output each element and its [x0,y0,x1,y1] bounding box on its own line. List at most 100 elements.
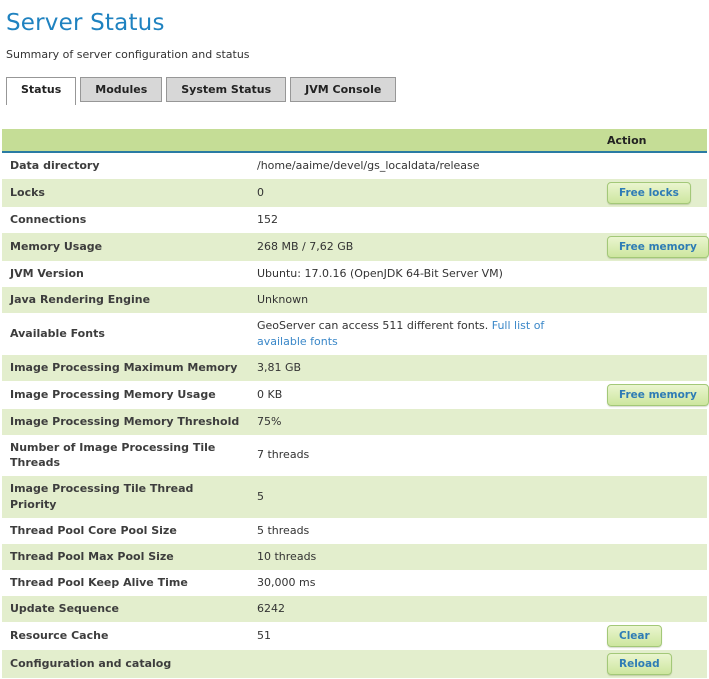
reload-button[interactable]: Reload [607,653,672,675]
row-action-java-rendering-engine [601,287,707,313]
row-action-jvm-version [601,261,707,287]
row-label-update-sequence: Update Sequence [2,596,249,622]
row-label-data-directory: Data directory [2,152,249,179]
row-label-connections: Connections [2,207,249,233]
row-label-resource-cache: Resource Cache [2,622,249,650]
table-row: Connections 152 [2,207,707,233]
table-row: Resource Cache 51 Clear [2,622,707,650]
value-text: 6242 [257,602,285,615]
row-action-thread-pool-core-pool-size [601,518,707,544]
row-action-thread-pool-max-pool-size [601,544,707,570]
value-text: Ubuntu: 17.0.16 (OpenJDK 64-Bit Server V… [257,267,503,280]
table-row: Thread Pool Keep Alive Time 30,000 ms [2,570,707,596]
status-table: Action Data directory/home/aaime/devel/g… [2,129,707,678]
row-action-memory-usage: Free memory [601,233,707,261]
table-row: JVM VersionUbuntu: 17.0.16 (OpenJDK 64-B… [2,261,707,287]
table-row: Thread Pool Max Pool Size 10 threads [2,544,707,570]
table-row: Image Processing Memory Usage 0 KB Free me… [2,381,707,409]
row-label-thread-pool-core-pool-size: Thread Pool Core Pool Size [2,518,249,544]
row-action-data-directory [601,152,707,179]
row-action-locks: Free locks [601,179,707,207]
server-status-page: Server Status Summary of server configur… [0,0,709,678]
value-text: /home/aaime/devel/gs_localdata/release [257,159,480,172]
row-action-image-processing-memory-usage: Free memory [601,381,707,409]
row-action-thread-pool-keep-alive-time [601,570,707,596]
row-label-java-rendering-engine: Java Rendering Engine [2,287,249,313]
tab-status[interactable]: Status [6,77,76,105]
table-row: Image Processing Maximum Memory3,81 GB [2,355,707,381]
value-text: Unknown [257,293,308,306]
value-text: 30,000 ms [257,576,315,589]
row-value-connections: 152 [249,207,601,233]
row-value-image-processing-memory-usage: 0 KB [249,381,601,409]
action-column-header: Action [601,129,707,152]
row-label-thread-pool-max-pool-size: Thread Pool Max Pool Size [2,544,249,570]
table-row: Configuration and catalog Reload [2,650,707,678]
row-value-memory-usage: 268 MB / 7,62 GB [249,233,601,261]
row-label-image-processing-maximum-memory: Image Processing Maximum Memory [2,355,249,381]
table-row: Image Processing Memory Threshold75% [2,409,707,435]
row-label-configuration-and-catalog: Configuration and catalog [2,650,249,678]
tab-system-status[interactable]: System Status [166,77,286,102]
row-value-update-sequence: 6242 [249,596,601,622]
value-text: 7 threads [257,448,309,461]
row-value-locks: 0 [249,179,601,207]
table-header-row: Action [2,129,707,152]
row-value-resource-cache: 51 [249,622,601,650]
page-title: Server Status [6,10,707,36]
row-value-configuration-and-catalog [249,650,601,678]
clear-button[interactable]: Clear [607,625,662,647]
row-label-locks: Locks [2,179,249,207]
tab-jvm-console[interactable]: JVM Console [290,77,396,102]
value-text: GeoServer can access 511 different fonts… [257,319,492,332]
value-text: 152 [257,213,278,226]
value-text: 10 threads [257,550,316,563]
row-label-memory-usage: Memory Usage [2,233,249,261]
row-action-resource-cache: Clear [601,622,707,650]
status-table-body: Data directory/home/aaime/devel/gs_local… [2,152,707,678]
row-action-image-processing-memory-threshold [601,409,707,435]
value-column-header [249,129,601,152]
value-text: 5 threads [257,524,309,537]
row-action-image-processing-tile-thread-priority [601,476,707,518]
row-label-image-processing-tile-thread-priority: Image Processing Tile Thread Priority [2,476,249,518]
row-value-jvm-version: Ubuntu: 17.0.16 (OpenJDK 64-Bit Server V… [249,261,601,287]
table-row: Image Processing Tile Thread Priority 5 [2,476,707,518]
row-value-thread-pool-keep-alive-time: 30,000 ms [249,570,601,596]
row-value-thread-pool-max-pool-size: 10 threads [249,544,601,570]
row-action-available-fonts [601,313,707,355]
table-row: Available Fonts GeoServer can access 511 … [2,313,707,355]
value-text: 51 [257,629,271,642]
label-column-header [2,129,249,152]
value-text: 75% [257,415,281,428]
row-action-image-processing-maximum-memory [601,355,707,381]
table-row: Update Sequence 6242 [2,596,707,622]
row-value-java-rendering-engine: Unknown [249,287,601,313]
free-memory-button[interactable]: Free memory [607,384,709,406]
row-value-image-processing-tile-thread-priority: 5 [249,476,601,518]
row-label-available-fonts: Available Fonts [2,313,249,355]
free-locks-button[interactable]: Free locks [607,182,691,204]
row-value-thread-pool-core-pool-size: 5 threads [249,518,601,544]
row-action-connections [601,207,707,233]
row-label-image-processing-memory-usage: Image Processing Memory Usage [2,381,249,409]
table-row: Java Rendering Engine Unknown [2,287,707,313]
row-value-number-of-image-processing-tile-threads: 7 threads [249,435,601,477]
tab-modules[interactable]: Modules [80,77,162,102]
value-text: 5 [257,490,264,503]
row-value-image-processing-maximum-memory: 3,81 GB [249,355,601,381]
row-action-configuration-and-catalog: Reload [601,650,707,678]
row-value-data-directory: /home/aaime/devel/gs_localdata/release [249,152,601,179]
table-row: Data directory/home/aaime/devel/gs_local… [2,152,707,179]
value-text: 268 MB / 7,62 GB [257,240,353,253]
free-memory-button[interactable]: Free memory [607,236,709,258]
row-action-update-sequence [601,596,707,622]
row-value-available-fonts: GeoServer can access 511 different fonts… [249,313,601,355]
value-text: 0 KB [257,388,282,401]
tab-bar: Status Modules System Status JVM Console [6,77,707,107]
table-row: Memory Usage 268 MB / 7,62 GB Free memory [2,233,707,261]
value-text: 0 [257,186,264,199]
row-label-thread-pool-keep-alive-time: Thread Pool Keep Alive Time [2,570,249,596]
page-subtitle: Summary of server configuration and stat… [6,48,707,61]
table-row: Thread Pool Core Pool Size 5 threads [2,518,707,544]
